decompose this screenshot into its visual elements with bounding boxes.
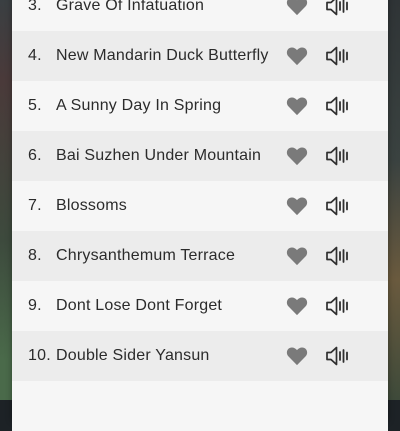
track-number: 6. <box>28 147 42 164</box>
speaker-icon[interactable] <box>325 345 349 367</box>
speaker-icon[interactable] <box>325 45 349 67</box>
speaker-icon[interactable] <box>325 295 349 317</box>
speaker-icon[interactable] <box>325 195 349 217</box>
track-title: Chrysanthemum Terrace <box>56 247 236 264</box>
track-title: New Mandarin Duck Butterfly <box>56 47 269 64</box>
speaker-icon[interactable] <box>325 0 349 17</box>
track-number: 5. <box>28 97 42 114</box>
speaker-icon[interactable] <box>325 245 349 267</box>
playlist-item[interactable]: 10. Double Sider Yansun <box>12 331 388 381</box>
track-number: 4. <box>28 47 42 64</box>
track-number: 7. <box>28 197 42 214</box>
track-title: Bai Suzhen Under Mountain <box>56 147 262 164</box>
playlist-item[interactable]: 8. Chrysanthemum Terrace <box>12 231 388 281</box>
heart-icon[interactable] <box>286 0 308 16</box>
playlist-item[interactable]: 3. Grave Of Infatuation <box>12 0 388 31</box>
track-title: Dont Lose Dont Forget <box>56 297 223 314</box>
heart-icon[interactable] <box>286 146 308 166</box>
heart-icon[interactable] <box>286 196 308 216</box>
heart-icon[interactable] <box>286 46 308 66</box>
playlist-item[interactable]: 9. Dont Lose Dont Forget <box>12 281 388 331</box>
heart-icon[interactable] <box>286 246 308 266</box>
track-title: Blossoms <box>56 197 127 214</box>
playlist-item[interactable]: 5. A Sunny Day In Spring <box>12 81 388 131</box>
playlist-item[interactable]: 4. New Mandarin Duck Butterfly <box>12 31 388 81</box>
playlist-panel: 3. Grave Of Infatuation 4. New Mandarin … <box>12 0 388 431</box>
track-title: A Sunny Day In Spring <box>56 97 222 114</box>
heart-icon[interactable] <box>286 346 308 366</box>
speaker-icon[interactable] <box>325 95 349 117</box>
track-number: 3. <box>28 0 42 14</box>
heart-icon[interactable] <box>286 296 308 316</box>
background-left-edge <box>0 0 12 400</box>
playlist-item[interactable]: 7. Blossoms <box>12 181 388 231</box>
heart-icon[interactable] <box>286 96 308 116</box>
speaker-icon[interactable] <box>325 145 349 167</box>
track-title: Grave Of Infatuation <box>56 0 205 14</box>
playlist-item[interactable]: 6. Bai Suzhen Under Mountain <box>12 131 388 181</box>
track-number: 8. <box>28 247 42 264</box>
track-title: Double Sider Yansun <box>56 347 210 364</box>
background-right-edge <box>388 0 400 400</box>
playlist-item-partial <box>12 381 388 431</box>
track-number: 10. <box>28 347 51 364</box>
track-number: 9. <box>28 297 42 314</box>
